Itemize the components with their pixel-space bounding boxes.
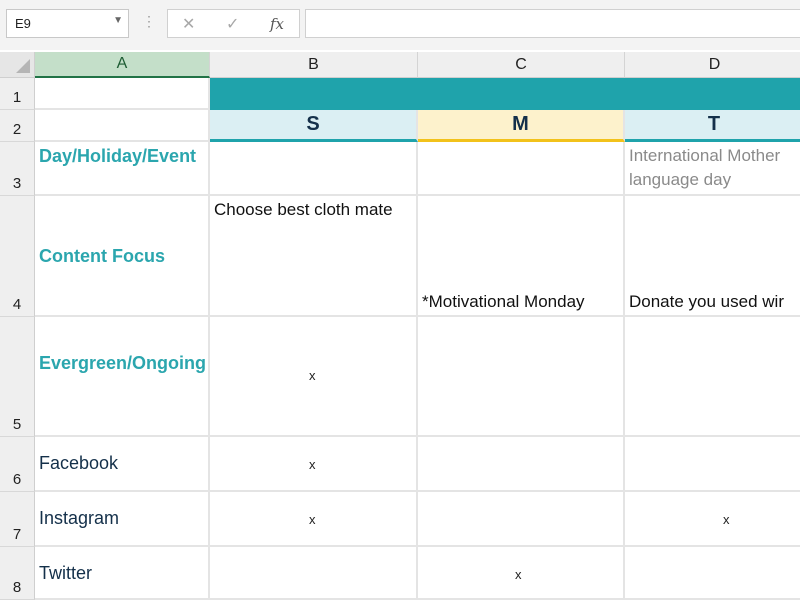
select-all-button[interactable] xyxy=(0,52,35,78)
day-header-tuesday[interactable]: T xyxy=(625,110,800,142)
row-header-4[interactable]: 4 xyxy=(0,196,35,317)
cell-a3[interactable]: Day/Holiday/Event xyxy=(35,142,210,196)
cell-a8[interactable]: Twitter xyxy=(35,547,210,600)
content-text: Donate you used wir xyxy=(629,292,784,311)
row-header-1[interactable]: 1 xyxy=(0,78,35,110)
header-band[interactable] xyxy=(210,78,800,110)
cancel-icon[interactable]: ✕ xyxy=(182,14,195,34)
cell-d5[interactable] xyxy=(625,317,800,437)
column-header-d[interactable]: D xyxy=(625,52,800,78)
cell-b7[interactable]: x xyxy=(210,492,418,547)
formula-bar: E9 ▼ ⋮ ✕ ✓ fx xyxy=(0,0,800,50)
cell-c8[interactable]: x xyxy=(418,547,625,600)
day-header-sunday[interactable]: S xyxy=(210,110,418,142)
cell-a4[interactable]: Content Focus xyxy=(35,196,210,317)
row-label-evergreen: Evergreen/Ongoing xyxy=(39,353,207,373)
cell-a1[interactable] xyxy=(35,78,210,110)
cell-c5[interactable] xyxy=(418,317,625,437)
name-box-value: E9 xyxy=(15,16,31,31)
row-label-content-focus: Content Focus xyxy=(39,246,165,266)
cell-a5[interactable]: Evergreen/Ongoing xyxy=(35,317,210,437)
content-text: *Motivational Monday xyxy=(422,292,585,311)
row-header-8[interactable]: 8 xyxy=(0,547,35,600)
cell-d8[interactable] xyxy=(625,547,800,600)
cell-d4[interactable]: Donate you used wir xyxy=(625,196,800,317)
cell-b3[interactable] xyxy=(210,142,418,196)
more-options-icon[interactable]: ⋮ xyxy=(142,14,156,28)
content-text: Choose best cloth mate xyxy=(214,200,393,219)
row-label-event: Day/Holiday/Event xyxy=(39,146,197,166)
cell-c6[interactable] xyxy=(418,437,625,492)
cell-a7[interactable]: Instagram xyxy=(35,492,210,547)
cell-c4[interactable]: *Motivational Monday xyxy=(418,196,625,317)
row-header-5[interactable]: 5 xyxy=(0,317,35,437)
cell-d3[interactable]: International Mother language day xyxy=(625,142,800,196)
check-mark: x xyxy=(309,512,316,527)
row-label-facebook: Facebook xyxy=(39,453,119,473)
row-header-7[interactable]: 7 xyxy=(0,492,35,547)
row-label-twitter: Twitter xyxy=(39,563,93,583)
cell-b6[interactable]: x xyxy=(210,437,418,492)
insert-function-icon[interactable]: fx xyxy=(270,15,284,33)
cell-c7[interactable] xyxy=(418,492,625,547)
cell-b4[interactable]: Choose best cloth mate xyxy=(210,196,418,317)
formula-buttons: ✕ ✓ fx xyxy=(167,9,300,38)
cell-b8[interactable] xyxy=(210,547,418,600)
check-icon[interactable]: ✓ xyxy=(226,14,239,34)
formula-input[interactable] xyxy=(305,9,800,38)
row-header-2[interactable]: 2 xyxy=(0,110,35,142)
check-mark: x xyxy=(309,368,316,383)
day-header-monday[interactable]: M xyxy=(418,110,625,142)
row-header-6[interactable]: 6 xyxy=(0,437,35,492)
cell-a2[interactable] xyxy=(35,110,210,142)
row-header-3[interactable]: 3 xyxy=(0,142,35,196)
cell-b5[interactable]: x xyxy=(210,317,418,437)
check-mark: x xyxy=(515,567,522,582)
column-header-b[interactable]: B xyxy=(210,52,418,78)
check-mark: x xyxy=(723,512,730,527)
select-all-icon xyxy=(16,59,30,73)
cell-d6[interactable] xyxy=(625,437,800,492)
cell-a6[interactable]: Facebook xyxy=(35,437,210,492)
chevron-down-icon[interactable]: ▼ xyxy=(113,15,123,26)
name-box[interactable]: E9 ▼ xyxy=(6,9,129,38)
check-mark: x xyxy=(309,457,316,472)
cell-c3[interactable] xyxy=(418,142,625,196)
event-text: International Mother language day xyxy=(629,146,781,189)
column-header-c[interactable]: C xyxy=(418,52,625,78)
column-header-a[interactable]: A xyxy=(35,52,210,78)
cell-d7[interactable]: x xyxy=(625,492,800,547)
row-label-instagram: Instagram xyxy=(39,508,120,528)
